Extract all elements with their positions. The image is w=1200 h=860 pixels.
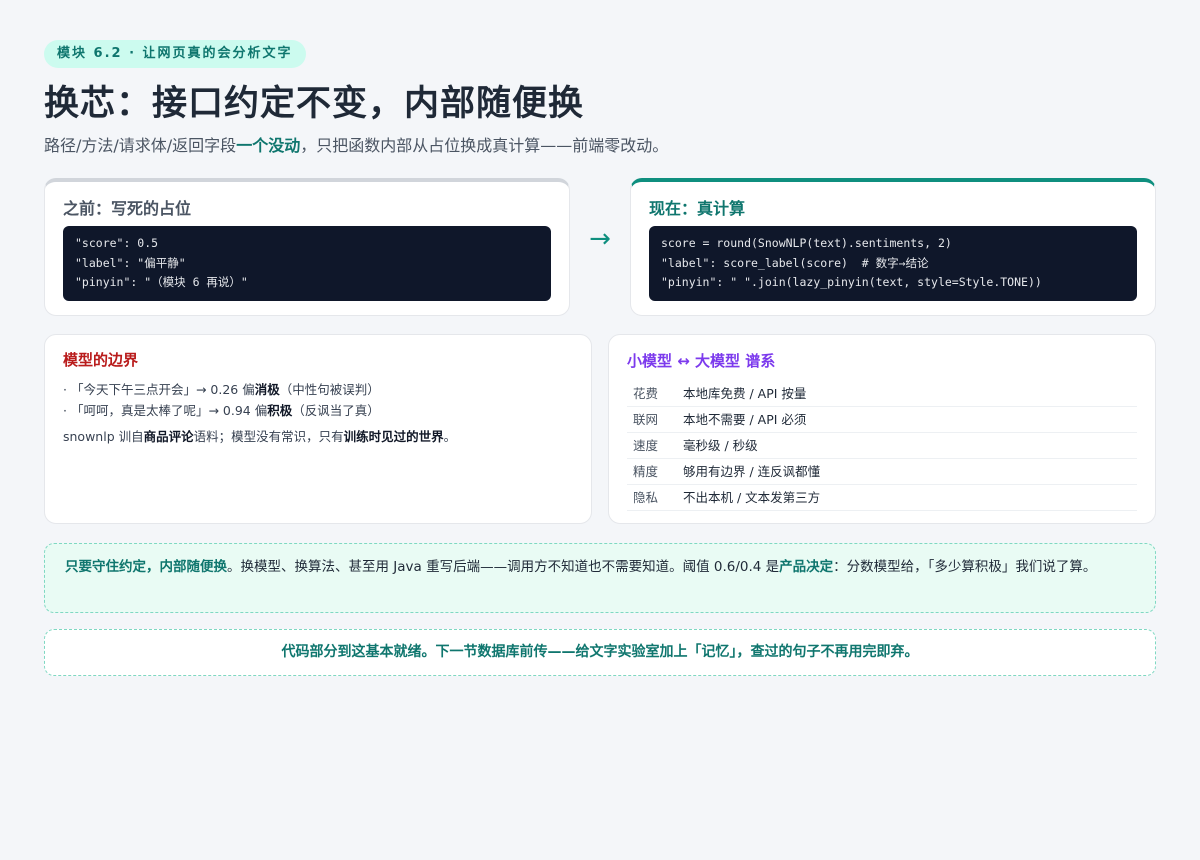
code-line: "label": "偏平静" bbox=[75, 255, 186, 270]
code-line: "score": 0.5 bbox=[75, 236, 159, 250]
limits-heading: 模型的边界 bbox=[63, 351, 139, 369]
limits-note: snownlp 训自商品评论语料；模型没有常识，只有训练时见过的世界。 bbox=[63, 427, 573, 447]
spectrum-heading: 小模型 ↔ 大模型 谱系 bbox=[627, 352, 776, 370]
subtitle-post: ，只把函数内部从占位换成真计算——前端零改动。 bbox=[300, 136, 669, 155]
before-code-block: "score": 0.5 "label": "偏平静" "pinyin": "（模块… bbox=[63, 226, 551, 301]
row-key: 隐私 bbox=[633, 490, 659, 505]
code-line: score = round(SnowNLP(text).sentiments, … bbox=[661, 236, 952, 250]
note-bold: 产品决定 bbox=[779, 559, 834, 575]
before-after-row: 之前：写死的占位 "score": 0.5 "label": "偏平静" "piny… bbox=[44, 178, 1156, 316]
item-text: · 「呵呵，真是太棒了呢」→ 0.94 偏 bbox=[63, 403, 268, 418]
before-heading: 之前：写死的占位 bbox=[63, 199, 192, 218]
module-badge: 模块 6.2 · 让网页真的会分析文字 bbox=[44, 40, 306, 68]
item-text: （中性句被误判） bbox=[279, 382, 380, 397]
after-code-block: score = round(SnowNLP(text).sentiments, … bbox=[649, 226, 1137, 301]
row-key: 速度 bbox=[633, 438, 659, 453]
list-item: · 「今天下午三点开会」→ 0.26 偏消极（中性句被误判） bbox=[63, 379, 573, 400]
note-bold: 只要守住约定，内部随便换 bbox=[65, 559, 227, 575]
page-subtitle: 路径/方法/请求体/返回字段一个没动，只把函数内部从占位换成真计算——前端零改动… bbox=[44, 134, 1156, 158]
code-line: "pinyin": "（模块 6 再说）" bbox=[75, 275, 248, 289]
row-value: 本地库免费 / API 按量 bbox=[683, 386, 807, 401]
code-line: "label": score_label(score) # 数字→结论 bbox=[661, 255, 929, 270]
before-card: 之前：写死的占位 "score": 0.5 "label": "偏平静" "piny… bbox=[44, 178, 570, 316]
item-bold: 消极 bbox=[254, 382, 280, 397]
subtitle-pre: 路径/方法/请求体/返回字段 bbox=[44, 136, 237, 155]
note-text: 语料；模型没有常识，只有 bbox=[193, 429, 344, 444]
item-text: （反讽当了真） bbox=[292, 403, 380, 418]
after-card: 现在：真计算 score = round(SnowNLP(text).senti… bbox=[630, 178, 1156, 316]
page-title: 换芯：接口约定不变，内部随便换 bbox=[44, 84, 585, 124]
row-value: 毫秒级 / 秒级 bbox=[683, 438, 758, 453]
table-row: 精度 够用有边界 / 连反讽都懂 bbox=[627, 459, 1137, 485]
item-text: · 「今天下午三点开会」→ 0.26 偏 bbox=[63, 382, 255, 397]
next-section-footer: 代码部分到这基本就绪。下一节数据库前传——给文字实验室加上「记忆」，查过的句子不… bbox=[44, 629, 1156, 676]
spectrum-table: 花费 本地库免费 / API 按量 联网 本地不需要 / API 必须 速度 毫秒级 … bbox=[627, 381, 1137, 511]
note-text: ：分数模型给，「多少算积极」我们说了算。 bbox=[833, 559, 1097, 575]
table-row: 联网 本地不需要 / API 必须 bbox=[627, 407, 1137, 433]
subtitle-highlight: 一个没动 bbox=[236, 136, 301, 155]
note-text: 。 bbox=[443, 429, 457, 444]
row-key: 精度 bbox=[633, 464, 659, 479]
limits-list: · 「今天下午三点开会」→ 0.26 偏消极（中性句被误判） · 「呵呵，真是太… bbox=[63, 379, 573, 421]
slide: 模块 6.2 · 让网页真的会分析文字 换芯：接口约定不变，内部随便换 路径/方… bbox=[44, 40, 1156, 676]
item-bold: 积极 bbox=[267, 403, 293, 418]
row-value: 够用有边界 / 连反讽都懂 bbox=[683, 464, 821, 479]
note-text: 。换模型、换算法、甚至用 Java 重写后端——调用方不知道也不需要知道。阈值 … bbox=[227, 559, 780, 575]
list-item: · 「呵呵，真是太棒了呢」→ 0.94 偏积极（反讽当了真） bbox=[63, 400, 573, 421]
table-row: 花费 本地库免费 / API 按量 bbox=[627, 381, 1137, 407]
right-arrow-icon: → bbox=[589, 224, 611, 254]
table-row: 速度 毫秒级 / 秒级 bbox=[627, 433, 1137, 459]
note-text: snownlp 训自 bbox=[63, 429, 144, 444]
table-row: 隐私 不出本机 / 文本发第三方 bbox=[627, 485, 1137, 511]
row-value: 不出本机 / 文本发第三方 bbox=[683, 490, 821, 505]
info-row: 模型的边界 · 「今天下午三点开会」→ 0.26 偏消极（中性句被误判） · 「… bbox=[44, 334, 1156, 524]
key-takeaway-note: 只要守住约定，内部随便换。换模型、换算法、甚至用 Java 重写后端——调用方不… bbox=[44, 543, 1156, 613]
code-line: "pinyin": " ".join(lazy_pinyin(text, sty… bbox=[661, 275, 1042, 289]
row-value: 本地不需要 / API 必须 bbox=[683, 412, 807, 427]
note-bold: 训练时见过的世界 bbox=[343, 429, 444, 444]
row-key: 花费 bbox=[633, 386, 659, 401]
note-bold: 商品评论 bbox=[143, 429, 194, 444]
after-heading: 现在：真计算 bbox=[649, 199, 746, 218]
row-key: 联网 bbox=[633, 412, 659, 427]
model-spectrum-card: 小模型 ↔ 大模型 谱系 花费 本地库免费 / API 按量 联网 本地不需要 / … bbox=[608, 334, 1156, 524]
model-limits-card: 模型的边界 · 「今天下午三点开会」→ 0.26 偏消极（中性句被误判） · 「… bbox=[44, 334, 592, 524]
